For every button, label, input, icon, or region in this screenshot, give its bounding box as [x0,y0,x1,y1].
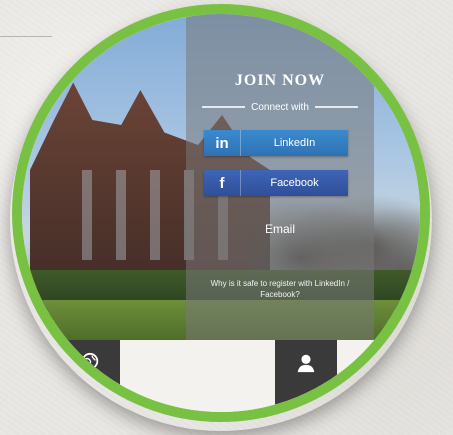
connect-line-right [314,106,358,108]
user-icon [297,354,315,373]
connect-with-label: Connect with [251,101,309,113]
linkedin-icon: in [204,130,241,156]
linkedin-label: LinkedIn [273,137,316,149]
tab-globe[interactable] [60,340,120,412]
tab-user[interactable] [275,340,337,412]
magnifier-lens: JOIN NOW Connect with in LinkedIn f Face… [12,4,430,422]
why-safe-link[interactable]: Why is it safe to register with LinkedIn… [206,278,354,300]
facebook-button[interactable]: f Facebook [204,170,348,196]
join-title: JOIN NOW [234,72,326,89]
linkedin-button[interactable]: in LinkedIn [204,130,348,156]
globe-icon [81,352,99,372]
facebook-label: Facebook [270,177,319,189]
campus-photo: JOIN NOW Connect with in LinkedIn f Face… [22,14,420,340]
join-panel: JOIN NOW Connect with in LinkedIn f Face… [186,14,374,340]
connect-line-left [202,106,246,108]
connect-with-row: Connect with [202,100,358,114]
facebook-icon: f [204,170,241,196]
email-link[interactable]: Email [186,222,374,236]
